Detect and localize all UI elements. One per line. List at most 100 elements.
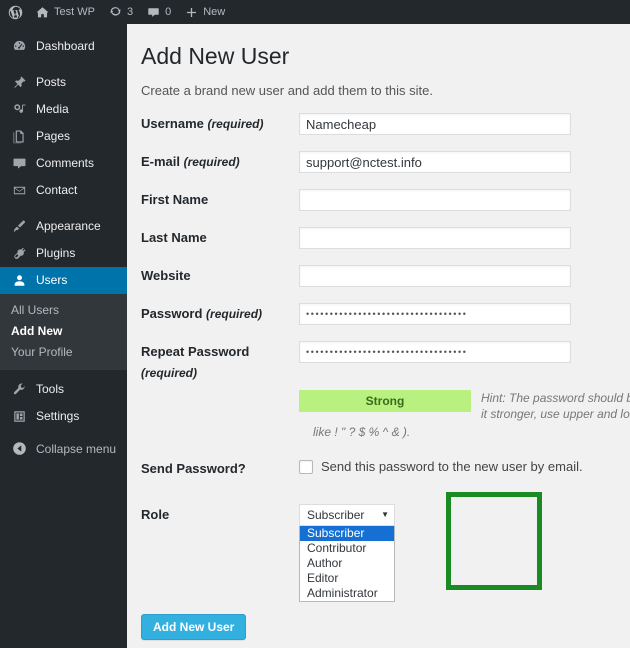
first-name-label: First Name: [141, 192, 209, 207]
plus-icon: [185, 6, 198, 19]
sidebar-item-label: Tools: [36, 382, 65, 396]
role-option-administrator[interactable]: Administrator: [300, 586, 394, 601]
role-option-author[interactable]: Author: [300, 556, 394, 571]
sidebar-divider: [0, 204, 127, 213]
collapse-menu-label: Collapse menu: [36, 441, 117, 456]
plug-icon: [10, 245, 28, 263]
wordpress-admin-screen: Test WP 3 0 New Dashboard Posts Media Pa…: [0, 0, 630, 648]
updates-menu[interactable]: 3: [102, 0, 140, 24]
send-password-checkbox[interactable]: [299, 459, 313, 474]
sidebar-item-posts[interactable]: Posts: [0, 69, 127, 96]
envelope-icon: [10, 182, 28, 200]
password-label-text: Password: [141, 306, 203, 321]
add-new-user-button[interactable]: Add New User: [141, 614, 247, 640]
role-dropdown-options: Subscriber Contributor Author Editor Adm…: [299, 526, 395, 602]
sidebar-item-label: Contact: [36, 183, 78, 197]
sidebar-item-pages[interactable]: Pages: [0, 123, 127, 150]
last-name-label: Last Name: [141, 230, 207, 245]
form-row-last-name: Last Name: [127, 227, 630, 249]
sidebar-item-label: Plugins: [36, 246, 76, 260]
sidebar-item-users[interactable]: Users: [0, 267, 135, 294]
comments-menu[interactable]: 0: [140, 0, 178, 24]
sidebar-item-label: Pages: [36, 129, 71, 143]
submenu-item-add-new[interactable]: Add New: [0, 321, 127, 342]
role-selected-value: Subscriber: [307, 508, 365, 522]
form-row-role: Role Subscriber ▼ Subscriber Contributor…: [127, 492, 630, 602]
repeat-password-label-text: Repeat Password: [141, 344, 250, 359]
form-row-send-password: Send Password? Send this password to the…: [127, 458, 630, 480]
email-required-text: (required): [183, 155, 240, 169]
new-content-label: New: [203, 5, 226, 18]
send-password-label: Send Password?: [141, 461, 246, 476]
repeat-password-input[interactable]: ••••••••••••••••••••••••••••••••••: [299, 341, 571, 363]
submenu-item-your-profile[interactable]: Your Profile: [0, 342, 127, 363]
sidebar-item-label: Media: [36, 102, 69, 116]
sidebar-item-appearance[interactable]: Appearance: [0, 213, 127, 240]
password-strength-row: Strong Hint: The password should be a it…: [127, 390, 630, 422]
comments-icon: [147, 6, 160, 19]
form-row-email: E-mail (required): [127, 151, 630, 173]
page-title: Add New User: [141, 43, 290, 69]
sidebar-item-label: Dashboard: [36, 39, 95, 53]
last-name-input[interactable]: [299, 227, 571, 249]
chevron-down-icon: ▼: [381, 510, 389, 519]
wordpress-logo-icon: [8, 5, 23, 20]
updates-icon: [109, 6, 122, 19]
main-content: Add New User Create a brand new user and…: [127, 24, 630, 648]
repeat-password-label: Repeat Password (required): [127, 341, 299, 384]
password-hint: Hint: The password should be a it strong…: [481, 390, 630, 422]
username-label-text: Username: [141, 116, 204, 131]
collapse-menu-button[interactable]: Collapse menu: [0, 435, 127, 462]
website-label: Website: [141, 268, 191, 283]
sidebar-item-contact[interactable]: Contact: [0, 177, 127, 204]
website-input[interactable]: [299, 265, 571, 287]
sidebar-item-label: Appearance: [36, 219, 101, 233]
sidebar-item-comments[interactable]: Comments: [0, 150, 127, 177]
user-icon: [10, 272, 28, 290]
sidebar-item-media[interactable]: Media: [0, 96, 127, 123]
add-new-user-form: Username (required) E-mail (required): [127, 113, 630, 640]
site-name-menu[interactable]: Test WP: [29, 0, 102, 24]
sidebar-item-label: Users: [36, 273, 68, 287]
sidebar-item-tools[interactable]: Tools: [0, 376, 127, 403]
site-name-label: Test WP: [54, 5, 95, 18]
page-description: Create a brand new user and add them to …: [141, 83, 433, 98]
users-submenu: All Users Add New Your Profile: [0, 294, 127, 370]
submenu-item-all-users[interactable]: All Users: [0, 300, 127, 321]
updates-count-label: 3: [126, 5, 134, 18]
email-input[interactable]: [299, 151, 571, 173]
new-content-menu[interactable]: New: [178, 0, 232, 24]
sidebar-item-settings[interactable]: Settings: [0, 403, 127, 430]
collapse-arrow-icon: [10, 440, 28, 458]
username-label: Username (required): [127, 113, 299, 135]
settings-icon: [10, 408, 28, 426]
repeat-password-required-text: (required): [141, 366, 198, 380]
form-row-repeat-password: Repeat Password (required) •••••••••••••…: [127, 341, 630, 384]
pages-icon: [10, 128, 28, 146]
role-select[interactable]: Subscriber ▼: [299, 504, 395, 526]
pin-icon: [10, 74, 28, 92]
password-hint-line3: like ! " ? $ % ^ & ).: [313, 425, 411, 439]
dashboard-icon: [10, 38, 28, 56]
password-hint-line1: Hint: The password should be a: [481, 391, 630, 405]
role-option-contributor[interactable]: Contributor: [300, 541, 394, 556]
sidebar-item-label: Posts: [36, 75, 67, 89]
password-input[interactable]: ••••••••••••••••••••••••••••••••••: [299, 303, 571, 325]
username-required-text: (required): [207, 117, 264, 131]
sidebar-item-dashboard[interactable]: Dashboard: [0, 33, 127, 60]
form-row-username: Username (required): [127, 113, 630, 135]
wordpress-logo-menu[interactable]: [0, 0, 29, 24]
sidebar-item-plugins[interactable]: Plugins: [0, 240, 127, 267]
media-icon: [10, 101, 28, 119]
password-required-text: (required): [206, 307, 263, 321]
password-strength-indicator: Strong: [299, 390, 471, 412]
form-row-website: Website: [127, 265, 630, 287]
send-password-checkbox-label: Send this password to the new user by em…: [321, 459, 583, 474]
username-input[interactable]: [299, 113, 571, 135]
role-option-editor[interactable]: Editor: [300, 571, 394, 586]
password-label: Password (required): [127, 303, 299, 325]
password-hint-line2: it stronger, use upper and lowe: [481, 407, 630, 421]
first-name-input[interactable]: [299, 189, 571, 211]
role-option-subscriber[interactable]: Subscriber: [300, 526, 394, 541]
form-row-password: Password (required) ••••••••••••••••••••…: [127, 303, 630, 325]
